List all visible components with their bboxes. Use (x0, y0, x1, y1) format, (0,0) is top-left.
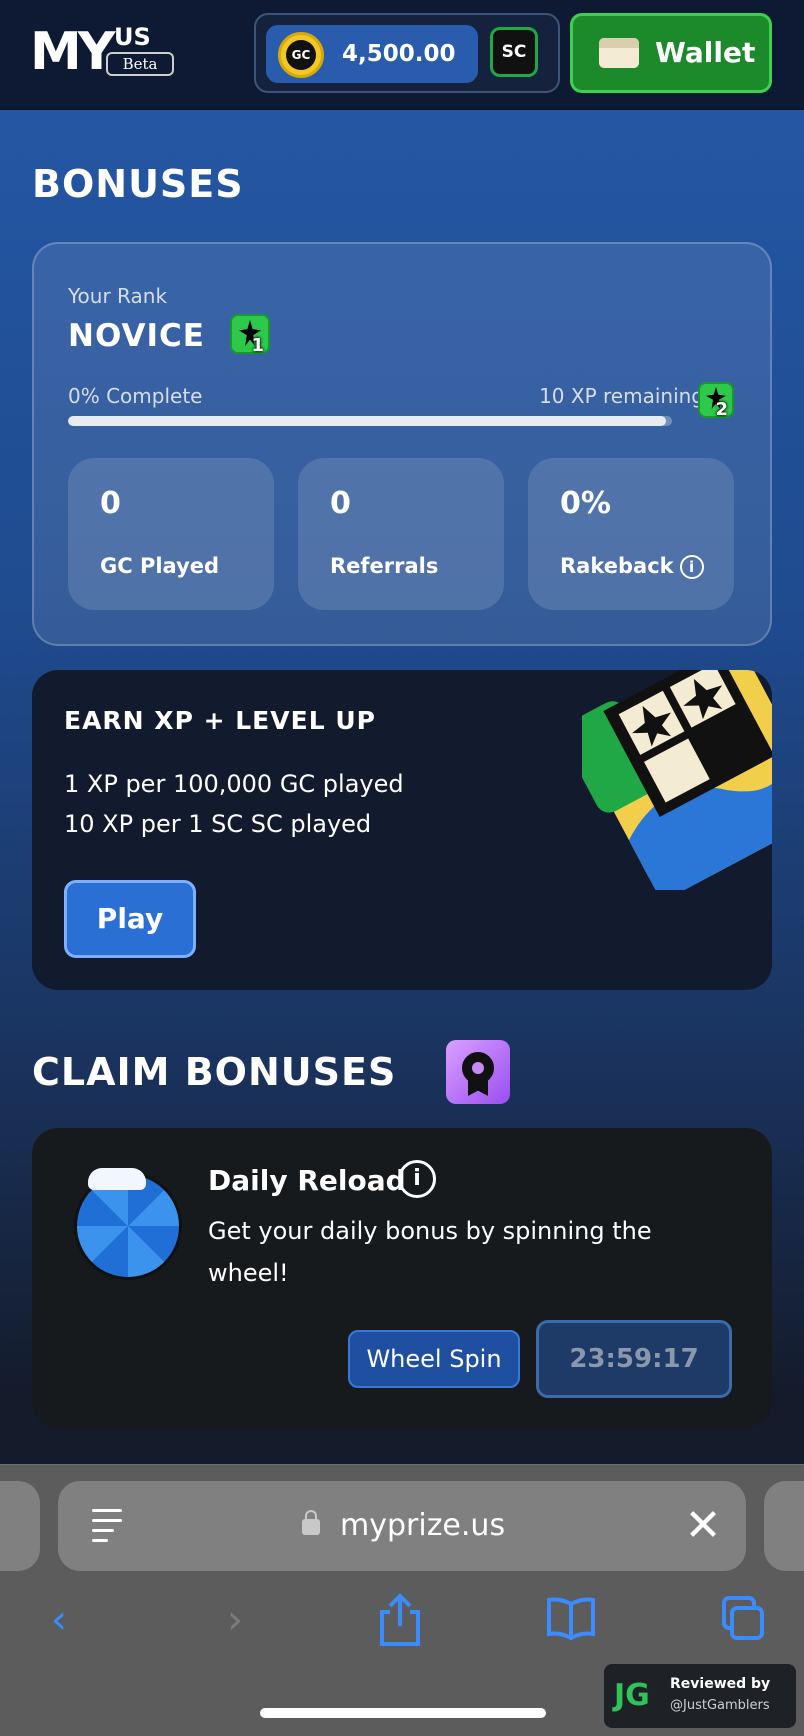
home-indicator (260, 1708, 546, 1718)
share-icon[interactable] (376, 1592, 424, 1648)
earn-xp-card: EARN XP + LEVEL UP 1 XP per 100,000 GC p… (32, 670, 772, 990)
reviewer-handle: @JustGamblers (670, 1698, 770, 1713)
bonuses-heading: BONUSES (32, 162, 244, 206)
stat-value: 0 (330, 486, 351, 521)
rakeback-info-icon[interactable]: i (679, 555, 704, 579)
rank-badge-icon: 1 (230, 314, 270, 356)
wheel-snow-cap (88, 1168, 146, 1190)
rank-name: NOVICE (68, 318, 205, 354)
next-rank-badge-icon: 2 (698, 382, 734, 420)
wheel-spin-button[interactable]: Wheel Spin (348, 1330, 520, 1388)
earn-rule-sc: 10 XP per 1 SC SC played (64, 810, 372, 838)
daily-reload-description: Get your daily bonus by spinning the whe… (208, 1217, 652, 1287)
stat-label: Rakeback i (560, 554, 704, 579)
reviewed-by: Reviewed by (670, 1676, 771, 1692)
jg-logo: JG (614, 1678, 650, 1713)
gc-balance-button[interactable]: GC 4,500.00 (266, 25, 478, 83)
progress-percent: 0% Complete (68, 384, 203, 408)
daily-reload-title: Daily Reload (208, 1164, 406, 1197)
tabs-icon[interactable] (720, 1594, 766, 1642)
countdown-timer: 23:59:17 (536, 1320, 732, 1398)
stat-label: GC Played (100, 554, 220, 578)
reader-icon[interactable] (92, 1509, 122, 1543)
address-bar[interactable]: myprize.us ✕ (58, 1481, 746, 1571)
progress-bar (68, 416, 672, 426)
earn-xp-title: EARN XP + LEVEL UP (64, 706, 376, 735)
beta-badge: Beta (106, 52, 174, 76)
logo[interactable]: MY US Beta (30, 22, 174, 82)
stat-label-text: Rakeback (560, 554, 674, 578)
daily-reload-card: Daily Reload i Get your daily bonus by s… (32, 1128, 772, 1428)
gc-coin-label: GC (286, 40, 316, 70)
logo-text: MY (30, 22, 115, 82)
bookmarks-icon[interactable] (546, 1596, 596, 1640)
xp-remaining: 10 XP remaining (539, 384, 704, 408)
stat-referrals: 0 Referrals (298, 458, 504, 610)
ribbon-tails (468, 1078, 488, 1096)
previous-tab[interactable] (0, 1481, 40, 1571)
back-icon[interactable]: ‹ (34, 1592, 84, 1648)
next-level: 2 (715, 399, 728, 420)
rank-card: Your Rank NOVICE 1 0% Complete 10 XP rem… (32, 242, 772, 646)
sc-toggle-button[interactable]: SC (490, 27, 538, 77)
reviewed-watermark: JG Reviewed by @JustGamblers (604, 1664, 796, 1728)
forward-icon: › (227, 1597, 243, 1643)
stat-label: Referrals (330, 554, 439, 578)
stat-value: 0 (100, 486, 121, 521)
level-up-art-icon (582, 670, 772, 890)
next-tab[interactable] (764, 1481, 804, 1571)
top-bar: MY US Beta GC 4,500.00 SC Wallet (0, 0, 804, 110)
close-icon[interactable]: ✕ (678, 1501, 728, 1551)
play-button[interactable]: Play (64, 880, 196, 958)
wallet-icon (599, 38, 639, 68)
earn-rule-gc: 1 XP per 100,000 GC played (64, 770, 404, 798)
url-text: myprize.us (340, 1508, 506, 1543)
gc-coin-icon: GC (278, 32, 324, 78)
stat-rakeback: 0% Rakeback i (528, 458, 734, 610)
stat-gc-played: 0 GC Played (68, 458, 274, 610)
lock-icon (302, 1510, 320, 1535)
wallet-label: Wallet (655, 36, 756, 69)
balance-amount: 4,500.00 (342, 41, 456, 67)
stat-value: 0% (560, 486, 611, 521)
logo-region: US (114, 23, 151, 51)
rank-label: Your Rank (68, 284, 168, 308)
ribbon-icon (446, 1040, 510, 1104)
progress-fill (68, 416, 666, 426)
daily-reload-info-icon[interactable]: i (398, 1160, 436, 1198)
balance-widget: GC 4,500.00 SC (254, 13, 560, 93)
wallet-button[interactable]: Wallet (570, 13, 772, 93)
current-level: 1 (251, 335, 264, 356)
claim-bonuses-heading: CLAIM BONUSES (32, 1050, 397, 1094)
